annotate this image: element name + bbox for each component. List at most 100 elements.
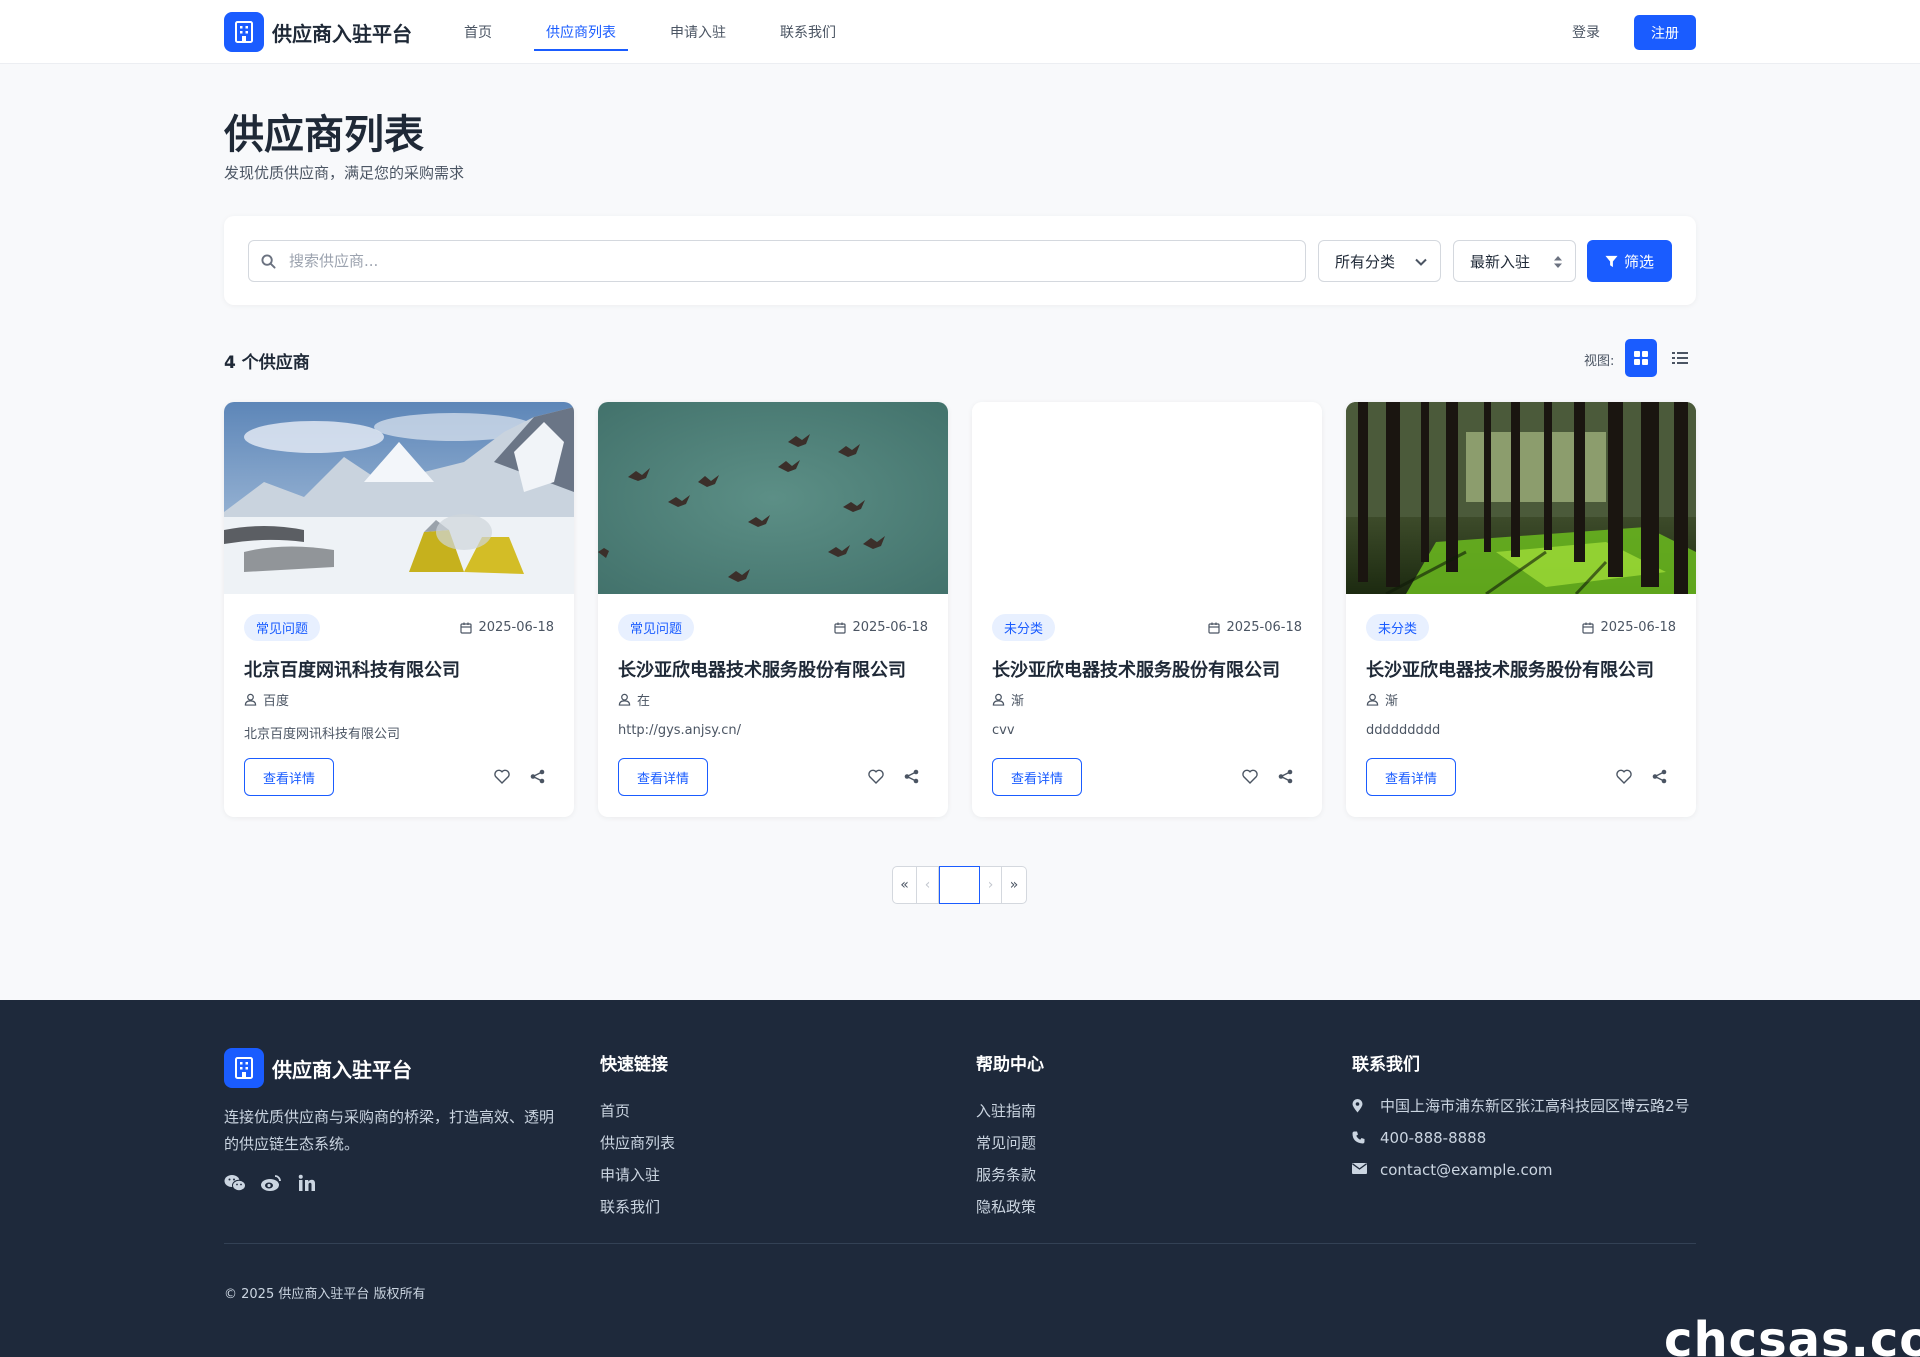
nav-contact[interactable]: 联系我们: [768, 0, 848, 64]
user-icon: [992, 693, 1011, 706]
linkedin-icon[interactable]: [296, 1172, 318, 1194]
card-description: 北京百度网讯科技有限公司: [244, 727, 401, 742]
footer-link-home[interactable]: 首页: [600, 1095, 675, 1127]
heart-icon[interactable]: [494, 769, 510, 784]
share-icon[interactable]: [1652, 769, 1667, 784]
envelope-icon: [1352, 1159, 1370, 1181]
wechat-icon[interactable]: [224, 1172, 246, 1194]
copyright: © 2025 供应商入驻平台 版权所有: [224, 1287, 426, 1302]
view-detail-button[interactable]: 查看详情: [244, 758, 334, 796]
heart-icon[interactable]: [1616, 769, 1632, 784]
filter-button[interactable]: 筛选: [1587, 240, 1672, 282]
nav-apply[interactable]: 申请入驻: [658, 0, 738, 64]
funnel-icon: [1605, 255, 1624, 268]
watermark: chcsas.com: [1664, 1312, 1920, 1357]
card-contact-text: 在: [637, 694, 651, 709]
footer-link-apply[interactable]: 申请入驻: [600, 1159, 675, 1191]
list-view-button[interactable]: [1664, 339, 1696, 377]
help-center-column: 帮助中心 入驻指南 常见问题 服务条款 隐私政策: [976, 1050, 1044, 1223]
card-image-birds: [598, 402, 948, 594]
weibo-icon[interactable]: [260, 1172, 282, 1194]
sort-select-value: 最新入驻: [1470, 252, 1531, 271]
heart-icon[interactable]: [1242, 769, 1258, 784]
footer-link-contact[interactable]: 联系我们: [600, 1191, 675, 1223]
footer-link-privacy[interactable]: 隐私政策: [976, 1191, 1044, 1223]
map-pin-icon: [1352, 1095, 1370, 1117]
card-contact: 在: [618, 690, 650, 709]
contact-address: 中国上海市浦东新区张江高科技园区博云路2号: [1352, 1095, 1696, 1117]
nav-supplier-list[interactable]: 供应商列表: [534, 0, 628, 64]
contact-column: 联系我们 中国上海市浦东新区张江高科技园区博云路2号 400-888-8888 …: [1352, 1050, 1696, 1191]
prev-page-button[interactable]: ‹: [917, 866, 939, 904]
card-contact-text: 百度: [263, 694, 290, 709]
category-select[interactable]: 所有分类: [1318, 240, 1441, 282]
share-icon[interactable]: [1278, 769, 1293, 784]
user-icon: [618, 693, 637, 706]
grid-icon: [1634, 351, 1648, 365]
next-page-button[interactable]: ›: [980, 866, 1002, 904]
filter-button-label: 筛选: [1623, 252, 1654, 271]
register-button[interactable]: 注册: [1634, 15, 1696, 50]
share-icon[interactable]: [904, 769, 919, 784]
footer-link-suppliers[interactable]: 供应商列表: [600, 1127, 675, 1159]
card-title[interactable]: 长沙亚欣电器技术服务股份有限公司: [992, 656, 1280, 682]
search-icon: [261, 254, 276, 269]
card-contact-text: 渐: [1385, 694, 1399, 709]
social-links: [224, 1172, 332, 1194]
card-title[interactable]: 长沙亚欣电器技术服务股份有限公司: [618, 656, 906, 682]
view-label: 视图:: [1584, 354, 1615, 369]
card-date: 2025-06-18: [460, 620, 554, 635]
calendar-icon: [834, 622, 852, 634]
result-count: 4 个供应商: [224, 353, 310, 373]
building-icon: [224, 12, 264, 52]
brand-name: 供应商入驻平台: [272, 21, 412, 46]
category-tag: 常见问题: [244, 614, 321, 641]
card-description: ddddddddd: [1366, 723, 1441, 738]
card-title[interactable]: 北京百度网讯科技有限公司: [244, 656, 460, 682]
card-contact: 渐: [1366, 690, 1398, 709]
user-icon: [244, 693, 263, 706]
footer-link-guide[interactable]: 入驻指南: [976, 1095, 1044, 1127]
view-detail-button[interactable]: 查看详情: [1366, 758, 1456, 796]
search-box: [248, 240, 1306, 282]
card-date-text: 2025-06-18: [478, 620, 554, 635]
top-header: 供应商入驻平台 首页 供应商列表 申请入驻 联系我们 登录 注册: [0, 0, 1920, 64]
contact-phone: 400-888-8888: [1352, 1127, 1696, 1149]
footer-description: 连接优质供应商与采购商的桥梁，打造高效、透明的供应链生态系统。: [224, 1108, 555, 1153]
login-link[interactable]: 登录: [1562, 22, 1610, 42]
card-contact: 百度: [244, 690, 289, 709]
card-title[interactable]: 长沙亚欣电器技术服务股份有限公司: [1366, 656, 1654, 682]
supplier-card[interactable]: 常见问题 2025-06-18 北京百度网讯科技有限公司 百度 北京百度网讯科技…: [224, 402, 574, 817]
grid-view-button[interactable]: [1625, 339, 1657, 377]
first-page-button[interactable]: «: [892, 866, 917, 904]
last-page-button[interactable]: »: [1002, 866, 1027, 904]
view-detail-button[interactable]: 查看详情: [992, 758, 1082, 796]
brand-logo[interactable]: 供应商入驻平台: [224, 12, 412, 52]
sort-arrows-icon: [1553, 255, 1563, 269]
help-center-title: 帮助中心: [976, 1055, 1044, 1075]
heart-icon[interactable]: [868, 769, 884, 784]
page-subtitle: 发现优质供应商，满足您的采购需求: [224, 164, 465, 182]
footer-link-terms[interactable]: 服务条款: [976, 1159, 1044, 1191]
contact-title: 联系我们: [1352, 1055, 1420, 1075]
category-tag: 常见问题: [618, 614, 695, 641]
current-page[interactable]: [939, 866, 980, 904]
footer-link-faq[interactable]: 常见问题: [976, 1127, 1044, 1159]
sort-select[interactable]: 最新入驻: [1453, 240, 1576, 282]
card-description: cvv: [992, 723, 1015, 738]
view-detail-button[interactable]: 查看详情: [618, 758, 708, 796]
supplier-card[interactable]: 常见问题 2025-06-18 长沙亚欣电器技术服务股份有限公司 在 http:…: [598, 402, 948, 817]
supplier-card[interactable]: 未分类 2025-06-18 长沙亚欣电器技术服务股份有限公司 渐 dddddd…: [1346, 402, 1696, 817]
filter-bar: 所有分类 最新入驻 筛选: [224, 216, 1696, 305]
nav-home[interactable]: 首页: [452, 0, 504, 64]
user-icon: [1366, 693, 1385, 706]
contact-address-text: 中国上海市浦东新区张江高科技园区博云路2号: [1380, 1097, 1690, 1115]
share-icon[interactable]: [530, 769, 545, 784]
footer-brand[interactable]: 供应商入驻平台: [224, 1048, 412, 1088]
supplier-card[interactable]: 未分类 2025-06-18 长沙亚欣电器技术服务股份有限公司 渐 cvv 查看…: [972, 402, 1322, 817]
footer: 供应商入驻平台 连接优质供应商与采购商的桥梁，打造高效、透明的供应链生态系统。 …: [0, 1000, 1920, 1357]
category-select-value: 所有分类: [1335, 252, 1396, 271]
card-contact-text: 渐: [1011, 694, 1025, 709]
search-input[interactable]: [289, 241, 1289, 281]
card-date: 2025-06-18: [834, 620, 928, 635]
